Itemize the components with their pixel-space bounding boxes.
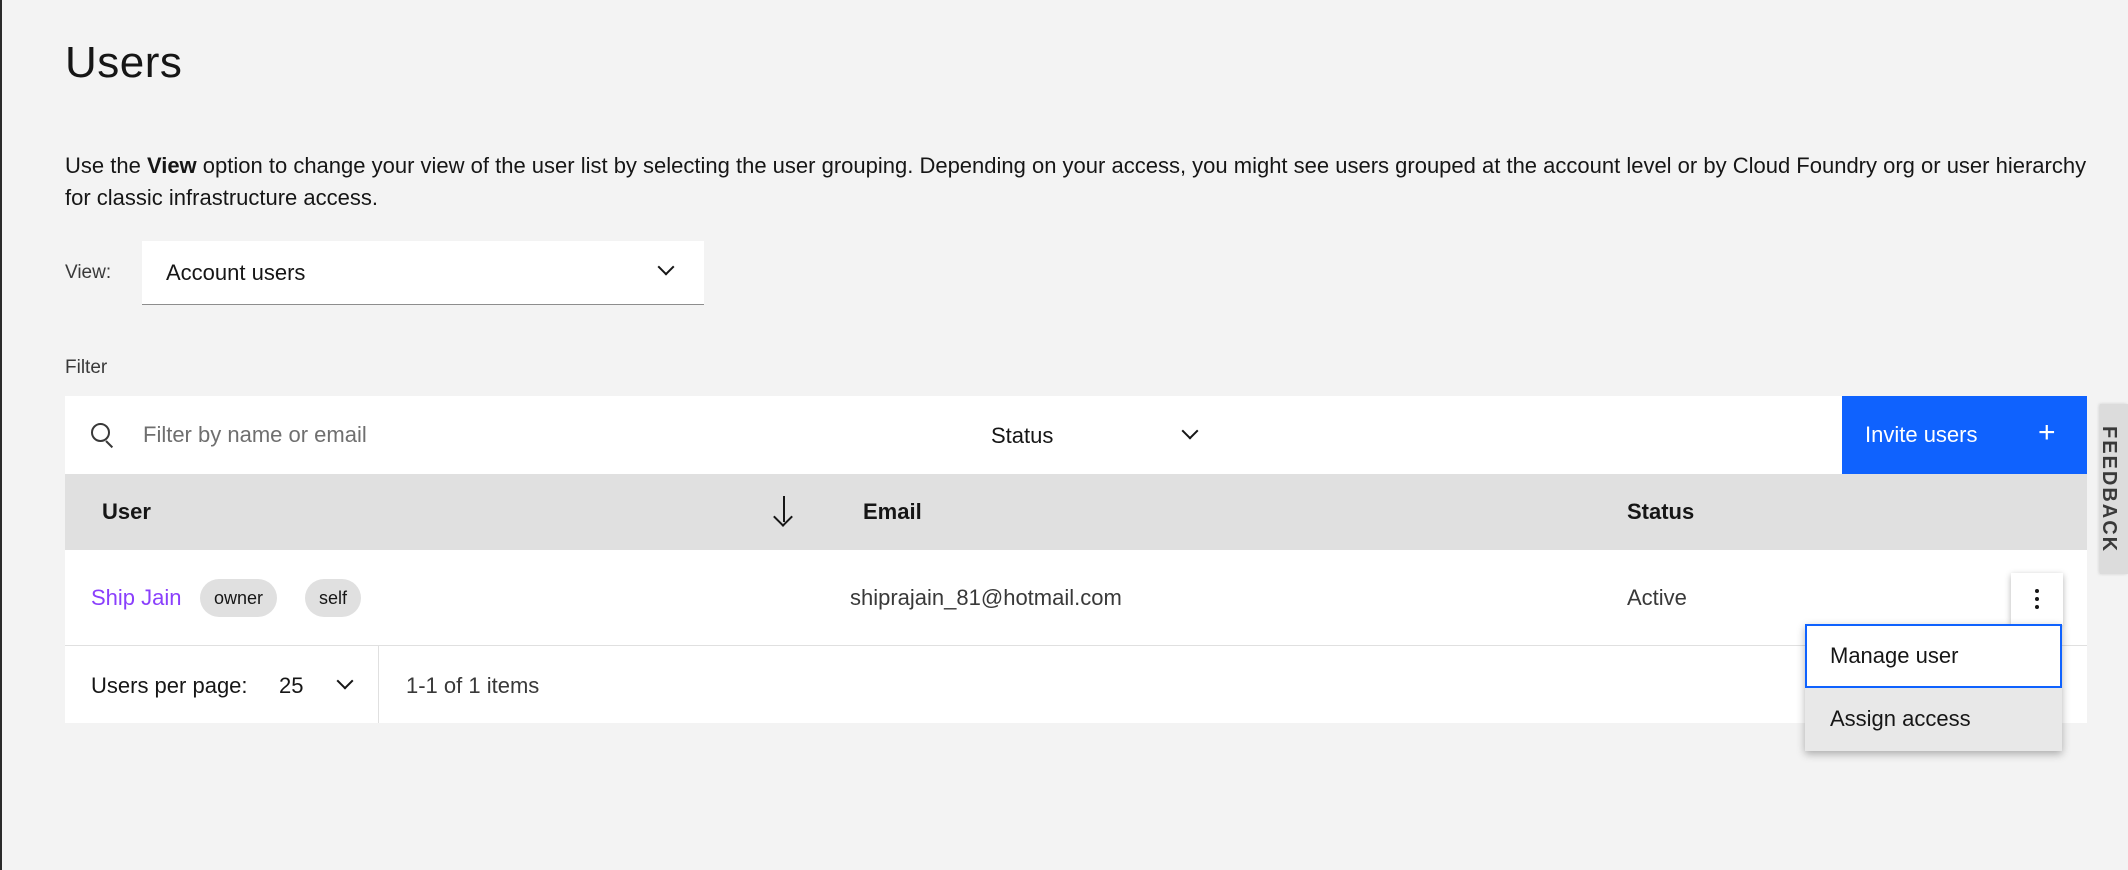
description-bold: View [146,153,197,178]
status-filter-label: Status [991,423,1054,448]
chevron-down-icon [657,258,675,276]
overflow-menu-button[interactable] [2011,573,2063,625]
table-header: User Email Status [65,474,2087,550]
search-input[interactable] [141,414,665,456]
per-page-label: Users per page: [91,673,248,698]
items-range: 1-1 of 1 items [406,673,540,698]
page-description: Use the View option to change your view … [65,150,2095,214]
self-tag: self [305,579,362,617]
status-filter-dropdown[interactable]: Status [991,396,1201,474]
description-prefix: Use the [65,153,147,178]
user-name-link[interactable]: Ship Jain [91,585,182,611]
window-left-border [0,0,2,870]
view-label: View: [65,262,112,283]
description-suffix: option to change your view of the user l… [65,153,2087,210]
chevron-down-icon [1181,422,1199,440]
pagination-divider [378,646,379,723]
column-header-user[interactable]: User [102,499,151,525]
view-dropdown[interactable]: Account users [142,241,704,305]
user-email: shiprajain_81@hotmail.com [850,585,1122,610]
user-status: Active [1627,585,1687,610]
filter-label: Filter [65,357,108,378]
feedback-tab[interactable]: FEEDBACK [2100,404,2128,574]
overflow-menu: Manage user Assign access [1805,624,2062,751]
chevron-down-icon[interactable] [336,672,354,690]
add-icon: + [2038,416,2056,449]
overflow-menu-icon [2035,589,2039,609]
table-row: Ship Jain owner self shiprajain_81@hotma… [65,550,2087,646]
sort-arrow-down-icon[interactable] [772,494,796,527]
menu-item-manage-user[interactable]: Manage user [1805,624,2062,688]
view-dropdown-value: Account users [166,260,306,285]
per-page-select-value[interactable]: 25 [279,673,303,699]
search-icon [91,423,115,449]
invite-users-button[interactable]: Invite users + [1842,396,2087,474]
owner-tag: owner [200,579,278,617]
table-toolbar: Status Invite users + [65,396,2087,474]
column-header-status[interactable]: Status [1627,499,1694,525]
menu-item-assign-access[interactable]: Assign access [1805,688,2062,752]
invite-users-label: Invite users [1865,422,1978,447]
page-title: Users [65,38,183,87]
column-header-email[interactable]: Email [863,499,922,525]
pagination: Users per page: 25 1-1 of 1 items [65,646,2087,723]
feedback-label: FEEDBACK [2100,426,2120,554]
